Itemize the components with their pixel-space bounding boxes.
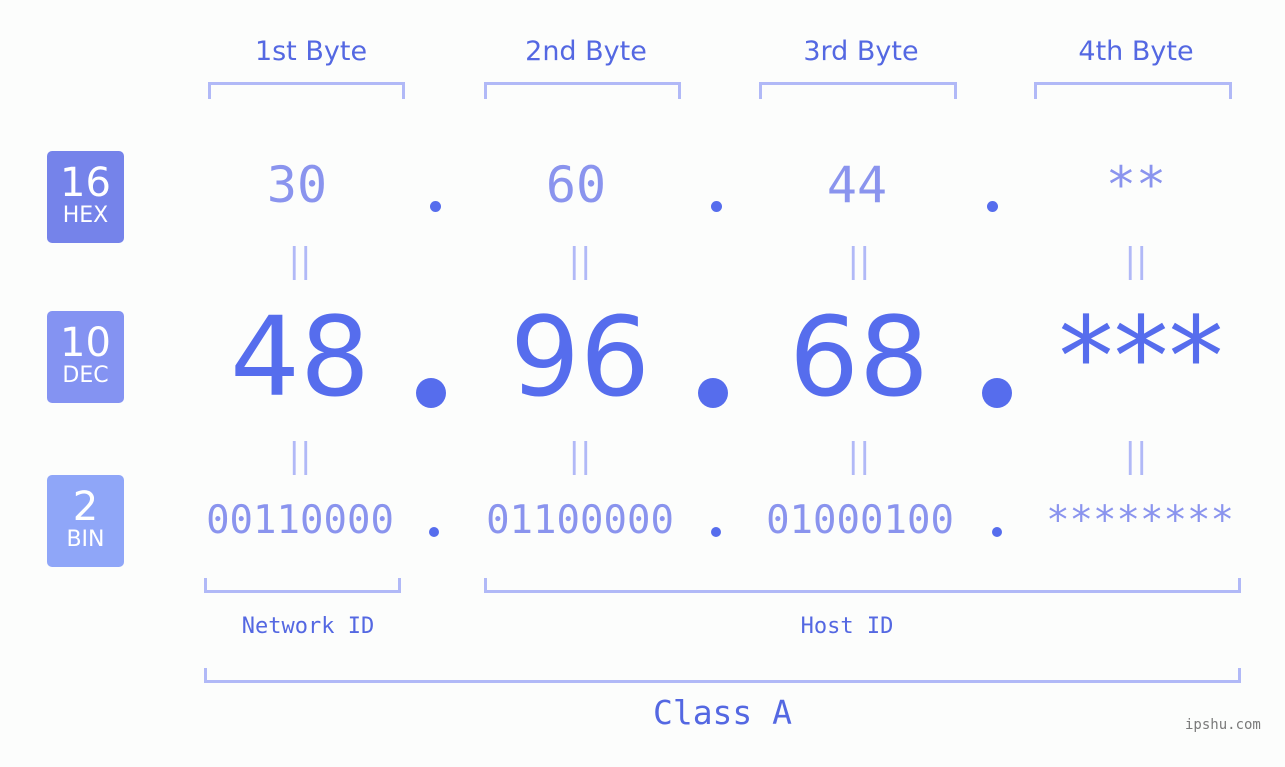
bin-badge-number: 2 bbox=[72, 484, 99, 530]
equals-hex-dec-3: || bbox=[847, 241, 871, 281]
equals-hex-dec-4: || bbox=[1124, 241, 1148, 281]
network-id-bracket bbox=[204, 578, 401, 593]
byte-title-2: 2nd Byte bbox=[525, 36, 647, 67]
equals-hex-dec-1: || bbox=[288, 241, 312, 281]
dec-value-1: 48 bbox=[230, 293, 370, 421]
dec-separator-dot-1 bbox=[416, 378, 446, 408]
byte-title-1: 1st Byte bbox=[254, 36, 368, 67]
hex-badge-number: 16 bbox=[60, 160, 111, 206]
hex-value-1: 30 bbox=[266, 156, 328, 214]
equals-hex-dec-2: || bbox=[568, 241, 592, 281]
host-id-bracket bbox=[484, 578, 1241, 593]
dec-value-3: 68 bbox=[789, 293, 929, 421]
byte-bracket-3 bbox=[759, 82, 957, 99]
bin-value-1: 00110000 bbox=[206, 498, 394, 543]
dec-value-4: *** bbox=[1058, 293, 1224, 421]
hex-separator-dot-1 bbox=[430, 201, 441, 212]
dec-badge: 10 DEC bbox=[47, 311, 124, 403]
network-id-label: Network ID bbox=[241, 614, 375, 639]
byte-bracket-2 bbox=[484, 82, 681, 99]
hex-badge: 16 HEX bbox=[47, 151, 124, 243]
bin-separator-dot-1 bbox=[429, 527, 439, 537]
byte-bracket-4 bbox=[1034, 82, 1232, 99]
bin-badge: 2 BIN bbox=[47, 475, 124, 567]
bin-badge-label: BIN bbox=[66, 527, 105, 552]
equals-dec-bin-1: || bbox=[288, 436, 312, 476]
hex-value-2: 60 bbox=[545, 156, 607, 214]
dec-value-2: 96 bbox=[510, 293, 650, 421]
hex-separator-dot-3 bbox=[987, 201, 998, 212]
hex-badge-label: HEX bbox=[62, 203, 109, 228]
class-label: Class A bbox=[652, 693, 793, 732]
class-bracket bbox=[204, 668, 1241, 683]
equals-dec-bin-2: || bbox=[568, 436, 592, 476]
byte-title-3: 3rd Byte bbox=[803, 36, 919, 67]
dec-badge-label: DEC bbox=[62, 363, 109, 388]
byte-title-4: 4th Byte bbox=[1078, 36, 1194, 67]
hex-value-3: 44 bbox=[826, 156, 888, 214]
bin-separator-dot-2 bbox=[711, 527, 721, 537]
bin-separator-dot-3 bbox=[992, 527, 1002, 537]
bin-value-4: ******** bbox=[1046, 498, 1234, 543]
bin-value-3: 01000100 bbox=[766, 498, 954, 543]
dec-badge-number: 10 bbox=[60, 320, 111, 366]
host-id-label: Host ID bbox=[800, 614, 894, 639]
dec-separator-dot-3 bbox=[982, 378, 1012, 408]
dec-separator-dot-2 bbox=[698, 378, 728, 408]
hex-value-4: ** bbox=[1105, 156, 1167, 214]
hex-separator-dot-2 bbox=[711, 201, 722, 212]
watermark: ipshu.com bbox=[1185, 717, 1261, 733]
equals-dec-bin-4: || bbox=[1124, 436, 1148, 476]
byte-bracket-1 bbox=[208, 82, 405, 99]
bin-value-2: 01100000 bbox=[486, 498, 674, 543]
equals-dec-bin-3: || bbox=[847, 436, 871, 476]
